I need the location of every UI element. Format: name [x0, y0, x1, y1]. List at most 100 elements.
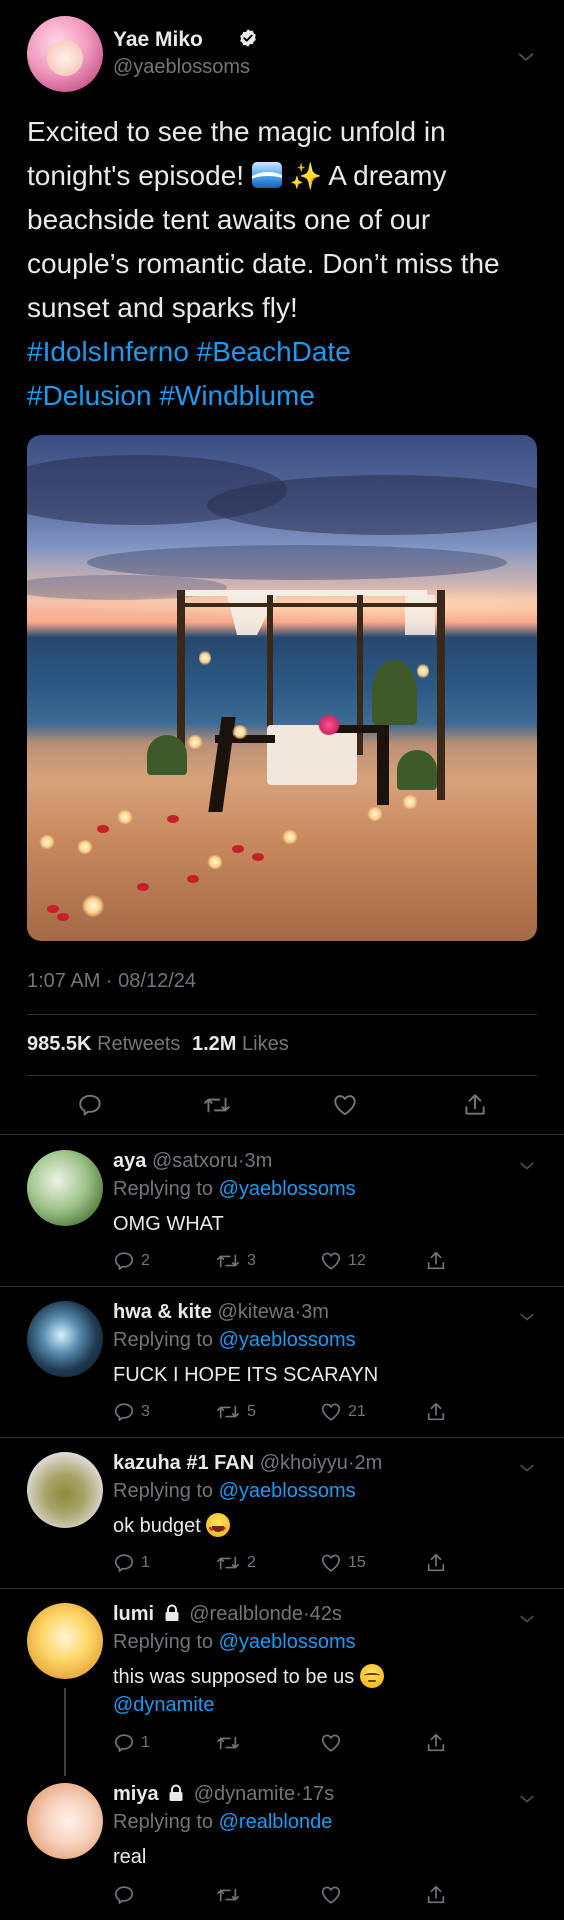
reply-time[interactable]: 42s	[310, 1603, 342, 1625]
reply-author-name[interactable]: miya	[113, 1783, 159, 1805]
chevron-down-icon[interactable]	[515, 46, 537, 68]
chevron-down-icon[interactable]	[517, 1789, 537, 1809]
wave-emoji-icon	[251, 162, 282, 188]
retweet-button[interactable]: 5	[215, 1397, 256, 1427]
action-count: 21	[348, 1403, 366, 1420]
pensive-emoji-icon	[359, 1664, 384, 1688]
retweet-button[interactable]: 2	[215, 1548, 256, 1578]
reply-icon	[114, 1734, 134, 1752]
reply-avatar[interactable]	[27, 1783, 103, 1859]
retweet-icon	[217, 1254, 239, 1268]
replying-to-mention[interactable]: @realblonde	[219, 1811, 333, 1833]
reply-author-line: aya @satxoru·3m	[113, 1150, 272, 1173]
like-button[interactable]	[320, 1880, 348, 1910]
reply-author-handle[interactable]: @dynamite	[194, 1783, 295, 1805]
retweet-button[interactable]: 3	[215, 1246, 256, 1276]
tweet-timestamp[interactable]: 1:07 AM · 08/12/24	[27, 970, 196, 993]
chevron-down-icon[interactable]	[517, 1156, 537, 1176]
author-handle[interactable]: @yaeblossoms	[113, 56, 250, 79]
replying-to-mention[interactable]: @yaeblossoms	[219, 1480, 356, 1502]
reply-button[interactable]	[77, 1090, 103, 1120]
reply-text: real	[113, 1846, 147, 1868]
reply-time[interactable]: 17s	[302, 1783, 334, 1805]
share-icon	[427, 1885, 445, 1904]
tweet-detail-page: Yae Miko @yaeblossoms Excited to see the…	[0, 0, 564, 1920]
share-button[interactable]	[425, 1548, 447, 1578]
replying-to-mention[interactable]: @yaeblossoms	[219, 1178, 356, 1200]
hashtag-windblume[interactable]: #Windblume	[159, 380, 315, 411]
reply-text: FUCK I HOPE ITS SCARAYN	[113, 1364, 379, 1386]
reply-avatar[interactable]	[27, 1452, 103, 1528]
heart-icon	[334, 1095, 356, 1116]
heart-icon	[321, 1554, 341, 1572]
reply-author-handle[interactable]: @realblonde	[189, 1603, 303, 1625]
reply-text: OMG WHAT	[113, 1213, 224, 1235]
tweet-text-line1: Excited to see the magic unfold in	[27, 116, 446, 147]
reply-author-name[interactable]: aya	[113, 1150, 146, 1172]
action-count: 3	[247, 1252, 256, 1269]
share-button[interactable]	[425, 1246, 447, 1276]
share-button[interactable]	[462, 1090, 488, 1120]
retweets-label[interactable]: Retweets	[97, 1033, 180, 1055]
tweet-photo[interactable]	[27, 435, 537, 941]
reply-avatar[interactable]	[27, 1603, 103, 1679]
reply-button[interactable]: 1	[113, 1728, 150, 1758]
chevron-down-icon[interactable]	[517, 1307, 537, 1327]
like-button[interactable]	[332, 1090, 358, 1120]
lock-icon	[169, 1784, 183, 1801]
reply-time[interactable]: 3m	[245, 1150, 273, 1172]
reply-author-handle[interactable]: @khoiyyu	[260, 1452, 348, 1474]
likes-label[interactable]: Likes	[242, 1033, 289, 1055]
hashtag-beachdate[interactable]: #BeachDate	[197, 336, 351, 367]
lock-icon	[165, 1604, 179, 1621]
action-count: 15	[348, 1554, 366, 1571]
hashtag-delusion[interactable]: #Delusion	[27, 380, 152, 411]
like-button[interactable]: 15	[320, 1548, 366, 1578]
author-avatar[interactable]	[27, 16, 103, 92]
replying-to-label: Replying to	[113, 1178, 214, 1200]
replying-to-mention[interactable]: @yaeblossoms	[219, 1631, 356, 1653]
reply-button[interactable]: 1	[113, 1548, 150, 1578]
reply-button[interactable]: 2	[113, 1246, 150, 1276]
reply-button[interactable]: 3	[113, 1397, 150, 1427]
like-button[interactable]: 12	[320, 1246, 366, 1276]
reply-action-bar: 3 5 21	[0, 1397, 564, 1427]
reply-author-name[interactable]: hwa & kite	[113, 1301, 212, 1323]
action-count: 5	[247, 1403, 256, 1420]
like-button[interactable]	[320, 1728, 348, 1758]
replying-to-line: Replying to @realblonde	[113, 1811, 332, 1834]
tweet-text-line2b: A dreamy	[328, 160, 447, 191]
share-button[interactable]	[425, 1728, 447, 1758]
share-button[interactable]	[425, 1397, 447, 1427]
share-icon	[427, 1553, 445, 1572]
chevron-down-icon[interactable]	[517, 1609, 537, 1629]
reply-button[interactable]	[113, 1880, 141, 1910]
replying-to-mention[interactable]: @yaeblossoms	[219, 1329, 356, 1351]
tweet-text: Excited to see the magic unfold in tonig…	[27, 110, 527, 418]
reply-avatar[interactable]	[27, 1150, 103, 1226]
separator-dot: ·	[302, 1603, 310, 1625]
share-button[interactable]	[425, 1880, 447, 1910]
reply-time[interactable]: 2m	[355, 1452, 383, 1474]
reply-mention[interactable]: @dynamite	[113, 1694, 214, 1716]
retweet-button[interactable]	[202, 1090, 232, 1120]
reply-author-line: kazuha #1 FAN @khoiyyu·2m	[113, 1452, 382, 1475]
reply-author-name[interactable]: kazuha #1 FAN	[113, 1452, 254, 1474]
author-name[interactable]: Yae Miko	[113, 28, 203, 52]
retweets-count[interactable]: 985.5K	[27, 1033, 92, 1055]
like-button[interactable]: 21	[320, 1397, 366, 1427]
chevron-down-icon[interactable]	[517, 1458, 537, 1478]
reply-author-handle[interactable]: @kitewa	[217, 1301, 294, 1323]
retweet-button[interactable]	[215, 1728, 247, 1758]
reply-author-name[interactable]: lumi	[113, 1603, 154, 1625]
reply-text-content: ok budget	[113, 1515, 201, 1537]
reply-avatar[interactable]	[27, 1301, 103, 1377]
reply-author-handle[interactable]: @satxoru	[152, 1150, 238, 1172]
share-icon	[465, 1094, 485, 1115]
replying-to-label: Replying to	[113, 1329, 214, 1351]
hashtag-idolsinferno[interactable]: #IdolsInferno	[27, 336, 189, 367]
reply-author-line: miya @dynamite·17s	[113, 1783, 334, 1806]
reply-time[interactable]: 3m	[301, 1301, 329, 1323]
retweet-button[interactable]	[215, 1880, 247, 1910]
likes-count[interactable]: 1.2M	[192, 1033, 236, 1055]
